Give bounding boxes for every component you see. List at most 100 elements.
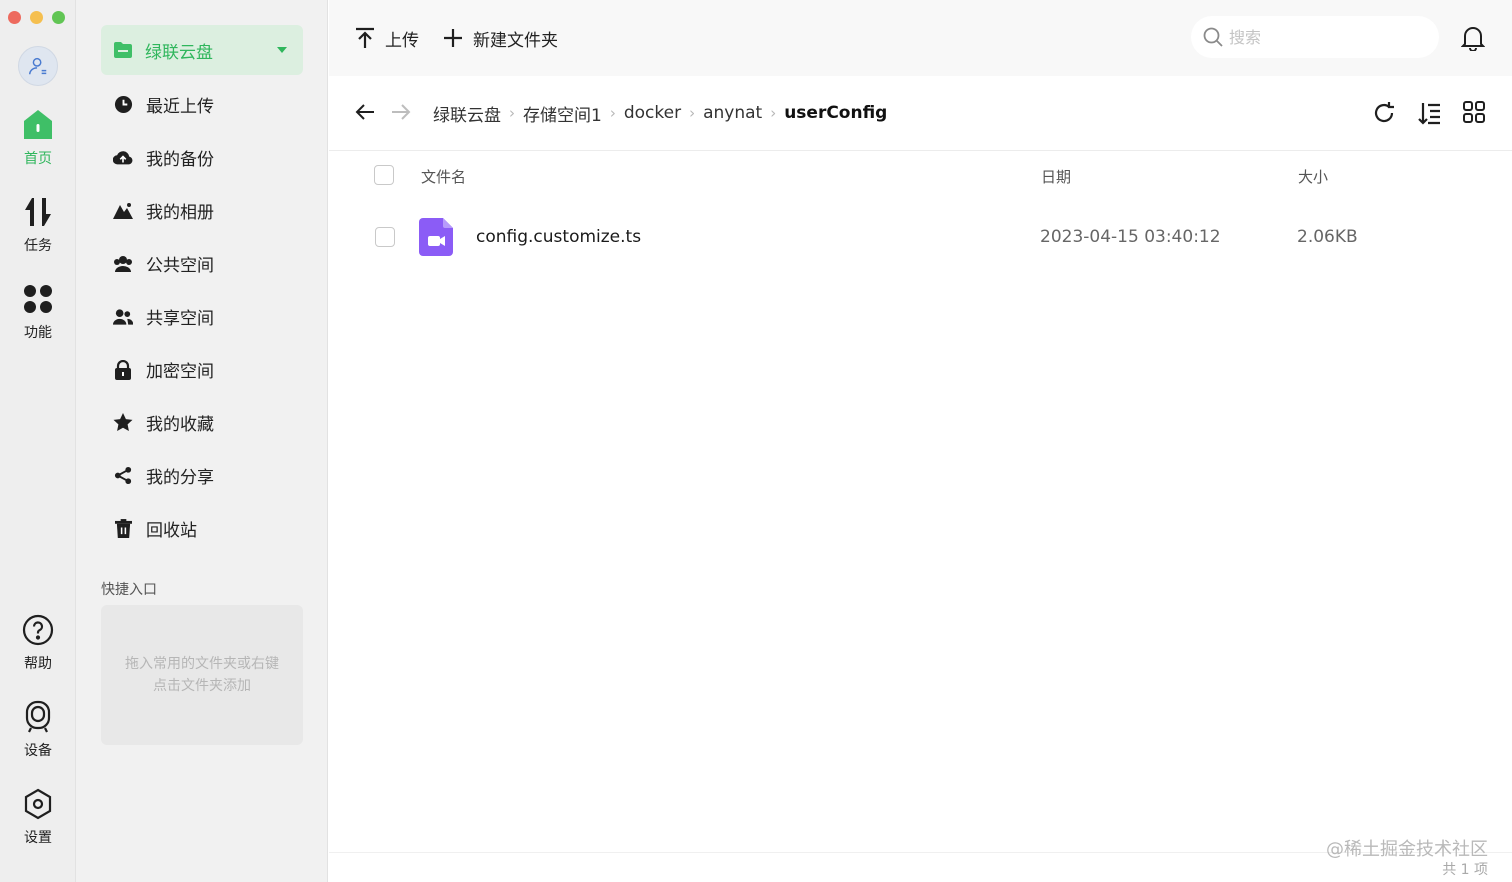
user-icon <box>29 57 47 75</box>
row-checkbox[interactable] <box>375 227 395 247</box>
refresh-button[interactable] <box>1372 101 1396 129</box>
breadcrumb-item[interactable]: 存储空间1 <box>523 101 602 126</box>
star-icon <box>113 413 133 433</box>
chevron-down-icon <box>277 47 287 53</box>
main-panel: 上传 新建文件夹 绿联云盘 › 存储空间1 › docker › anynat <box>329 0 1512 882</box>
sidebar-item-label: 加密空间 <box>146 362 214 382</box>
rail-item-label: 首页 <box>24 151 52 167</box>
column-header-size[interactable]: 大小 <box>1298 166 1328 187</box>
forward-button[interactable] <box>391 102 411 126</box>
cloud-selector[interactable]: 绿联云盘 <box>101 25 303 75</box>
select-all-checkbox[interactable] <box>374 165 394 185</box>
path-bar: 绿联云盘 › 存储空间1 › docker › anynat › userCon… <box>329 76 1512 151</box>
breadcrumb: 绿联云盘 › 存储空间1 › docker › anynat › userCon… <box>433 100 887 126</box>
window-controls <box>8 11 65 24</box>
grid-view-button[interactable] <box>1463 101 1485 127</box>
upload-button[interactable]: 上传 <box>355 24 419 52</box>
clock-icon <box>113 95 133 115</box>
left-rail: 首页 任务 功能 帮助 设备 设置 <box>0 0 76 882</box>
sidebar-item-label: 公共空间 <box>146 256 214 276</box>
quick-access-dropzone[interactable]: 拖入常用的文件夹或右键点击文件夹添加 <box>101 605 303 745</box>
chevron-right-icon: › <box>770 104 777 122</box>
toolbar: 上传 新建文件夹 <box>329 0 1512 76</box>
file-date: 2023-04-15 03:40:12 <box>1040 227 1221 247</box>
file-icon <box>419 218 453 256</box>
upload-button-label: 上传 <box>385 30 419 51</box>
rail-item-label: 设置 <box>24 830 52 846</box>
share-icon <box>113 466 133 486</box>
search-box[interactable] <box>1191 16 1439 58</box>
file-size: 2.06KB <box>1297 227 1358 247</box>
arrow-right-icon <box>392 104 411 120</box>
table-row[interactable]: config.customize.ts 2023-04-15 03:40:12 … <box>329 208 1512 266</box>
chevron-right-icon: › <box>509 104 515 122</box>
group-icon <box>113 254 133 274</box>
sidebar-item-shared[interactable]: 共享空间 <box>101 290 303 343</box>
breadcrumb-item[interactable]: docker <box>624 103 681 123</box>
sort-icon <box>1418 103 1440 125</box>
sidebar-item-label: 共享空间 <box>146 309 214 329</box>
search-input[interactable] <box>1229 27 1419 47</box>
rail-item-home[interactable]: 首页 <box>0 108 76 168</box>
chevron-right-icon: › <box>609 104 616 122</box>
mountain-icon <box>113 201 133 221</box>
rail-item-settings[interactable]: 设置 <box>0 787 76 847</box>
sidebar-item-label: 我的相册 <box>146 203 214 223</box>
trash-icon <box>113 519 133 539</box>
column-header-name[interactable]: 文件名 <box>421 166 466 187</box>
sidebar-item-public[interactable]: 公共空间 <box>101 237 303 290</box>
sidebar-item-album[interactable]: 我的相册 <box>101 184 303 237</box>
breadcrumb-item[interactable]: anynat <box>703 103 762 123</box>
column-header-date[interactable]: 日期 <box>1041 166 1071 187</box>
sidebar-item-trash[interactable]: 回收站 <box>101 502 303 555</box>
arrow-left-icon <box>355 104 374 120</box>
minimize-window-button[interactable] <box>30 11 43 24</box>
new-folder-button-label: 新建文件夹 <box>473 30 558 51</box>
rail-item-tasks[interactable]: 任务 <box>0 195 76 255</box>
back-button[interactable] <box>355 102 375 126</box>
new-folder-button[interactable]: 新建文件夹 <box>443 24 558 52</box>
search-icon <box>1203 27 1223 47</box>
transfer-icon <box>21 195 55 229</box>
sidebar-item-label: 回收站 <box>146 521 197 541</box>
rail-item-device[interactable]: 设备 <box>0 700 76 760</box>
notification-button[interactable] <box>1460 25 1486 55</box>
plus-icon <box>444 29 462 47</box>
watermark: @稀土掘金技术社区 <box>1326 839 1488 860</box>
sidebar-item-favorites[interactable]: 我的收藏 <box>101 396 303 449</box>
sidebar-item-encrypted[interactable]: 加密空间 <box>101 343 303 396</box>
apps-icon <box>21 282 55 316</box>
close-window-button[interactable] <box>8 11 21 24</box>
sidebar-item-backup[interactable]: 我的备份 <box>101 131 303 184</box>
sidebar-item-label: 我的分享 <box>146 468 214 488</box>
refresh-icon <box>1374 102 1394 123</box>
cloud-selector-label: 绿联云盘 <box>145 42 213 63</box>
users-icon <box>113 307 133 327</box>
quick-access-title: 快捷入口 <box>101 582 157 598</box>
breadcrumb-item[interactable]: 绿联云盘 <box>433 101 501 126</box>
avatar[interactable] <box>18 46 58 86</box>
sidebar: 绿联云盘 最近上传 我的备份 我的相册 公共空间 共享空间 加密空间 我的收藏 … <box>76 0 328 882</box>
table-header: 文件名 日期 大小 <box>329 152 1512 198</box>
upload-icon <box>356 27 374 48</box>
sidebar-item-recent[interactable]: 最近上传 <box>101 78 303 131</box>
maximize-window-button[interactable] <box>52 11 65 24</box>
sidebar-item-my-shares[interactable]: 我的分享 <box>101 449 303 502</box>
sort-button[interactable] <box>1417 101 1441 129</box>
sidebar-item-label: 我的收藏 <box>146 415 214 435</box>
rail-item-label: 设备 <box>24 743 52 759</box>
rail-item-label: 功能 <box>24 325 52 341</box>
rail-item-help[interactable]: 帮助 <box>0 613 76 673</box>
sidebar-nav: 最近上传 我的备份 我的相册 公共空间 共享空间 加密空间 我的收藏 我的分享 <box>101 78 303 555</box>
quick-access-hint: 拖入常用的文件夹或右键点击文件夹添加 <box>125 656 279 694</box>
help-icon <box>21 613 55 647</box>
item-count: 共 1 项 <box>1442 862 1488 878</box>
sidebar-item-label: 最近上传 <box>146 97 214 117</box>
rail-item-label: 帮助 <box>24 656 52 672</box>
chevron-right-icon: › <box>689 104 696 122</box>
rail-item-features[interactable]: 功能 <box>0 282 76 342</box>
device-icon <box>21 700 55 734</box>
breadcrumb-current: userConfig <box>784 103 888 123</box>
grid-icon <box>1463 101 1485 123</box>
lock-icon <box>113 359 133 380</box>
